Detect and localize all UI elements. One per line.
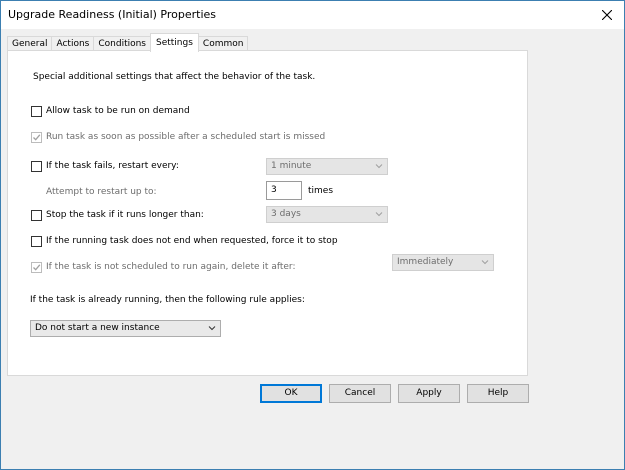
restart-interval-value: 1 minute (271, 161, 312, 171)
help-button[interactable]: Help (467, 384, 529, 403)
delete-after-value: Immediately (397, 257, 454, 267)
close-button[interactable] (590, 1, 624, 29)
checkmark-icon (33, 264, 41, 271)
restart-attempts-input[interactable]: 3 (266, 181, 302, 200)
restart-on-fail-checkbox[interactable] (31, 161, 42, 172)
checkmark-icon (33, 134, 41, 141)
close-icon (602, 10, 612, 20)
stop-duration-dropdown: 3 days (266, 206, 388, 223)
ok-button[interactable]: OK (260, 384, 322, 403)
delete-after-dropdown: Immediately (392, 254, 494, 271)
force-stop-checkbox[interactable] (31, 236, 42, 247)
run-missed-checkbox (31, 132, 42, 143)
chevron-down-icon (375, 212, 383, 217)
delete-after-label: If the task is not scheduled to run agai… (46, 262, 296, 272)
apply-button[interactable]: Apply (398, 384, 460, 403)
title-bar: Upgrade Readiness (Initial) Properties (1, 1, 624, 29)
tab-settings[interactable]: Settings (150, 33, 199, 52)
attempt-restart-label: Attempt to restart up to: (46, 187, 157, 197)
chevron-down-icon (375, 164, 383, 169)
restart-on-fail-label: If the task fails, restart every: (46, 161, 179, 171)
restart-interval-dropdown: 1 minute (266, 158, 388, 175)
running-rule-label: If the task is already running, then the… (30, 295, 305, 305)
allow-on-demand-checkbox[interactable] (31, 106, 42, 117)
force-stop-label: If the running task does not end when re… (46, 236, 338, 246)
running-rule-value: Do not start a new instance (35, 323, 160, 333)
cancel-button[interactable]: Cancel (329, 384, 391, 403)
settings-description: Special additional settings that affect … (33, 72, 316, 82)
stop-if-longer-label: Stop the task if it runs longer than: (46, 210, 204, 220)
stop-duration-value: 3 days (271, 209, 301, 219)
allow-on-demand-label: Allow task to be run on demand (46, 106, 190, 116)
settings-panel: Special additional settings that affect … (7, 50, 528, 376)
stop-if-longer-checkbox[interactable] (31, 210, 42, 221)
properties-dialog: Upgrade Readiness (Initial) Properties G… (0, 0, 625, 470)
tab-strip: General Actions Conditions Settings Comm… (7, 33, 249, 52)
chevron-down-icon (481, 260, 489, 265)
chevron-down-icon (208, 326, 216, 331)
window-title: Upgrade Readiness (Initial) Properties (8, 8, 217, 21)
times-label: times (308, 186, 334, 196)
running-rule-dropdown[interactable]: Do not start a new instance (30, 320, 221, 337)
run-missed-label: Run task as soon as possible after a sch… (46, 132, 326, 142)
delete-after-checkbox (31, 262, 42, 273)
